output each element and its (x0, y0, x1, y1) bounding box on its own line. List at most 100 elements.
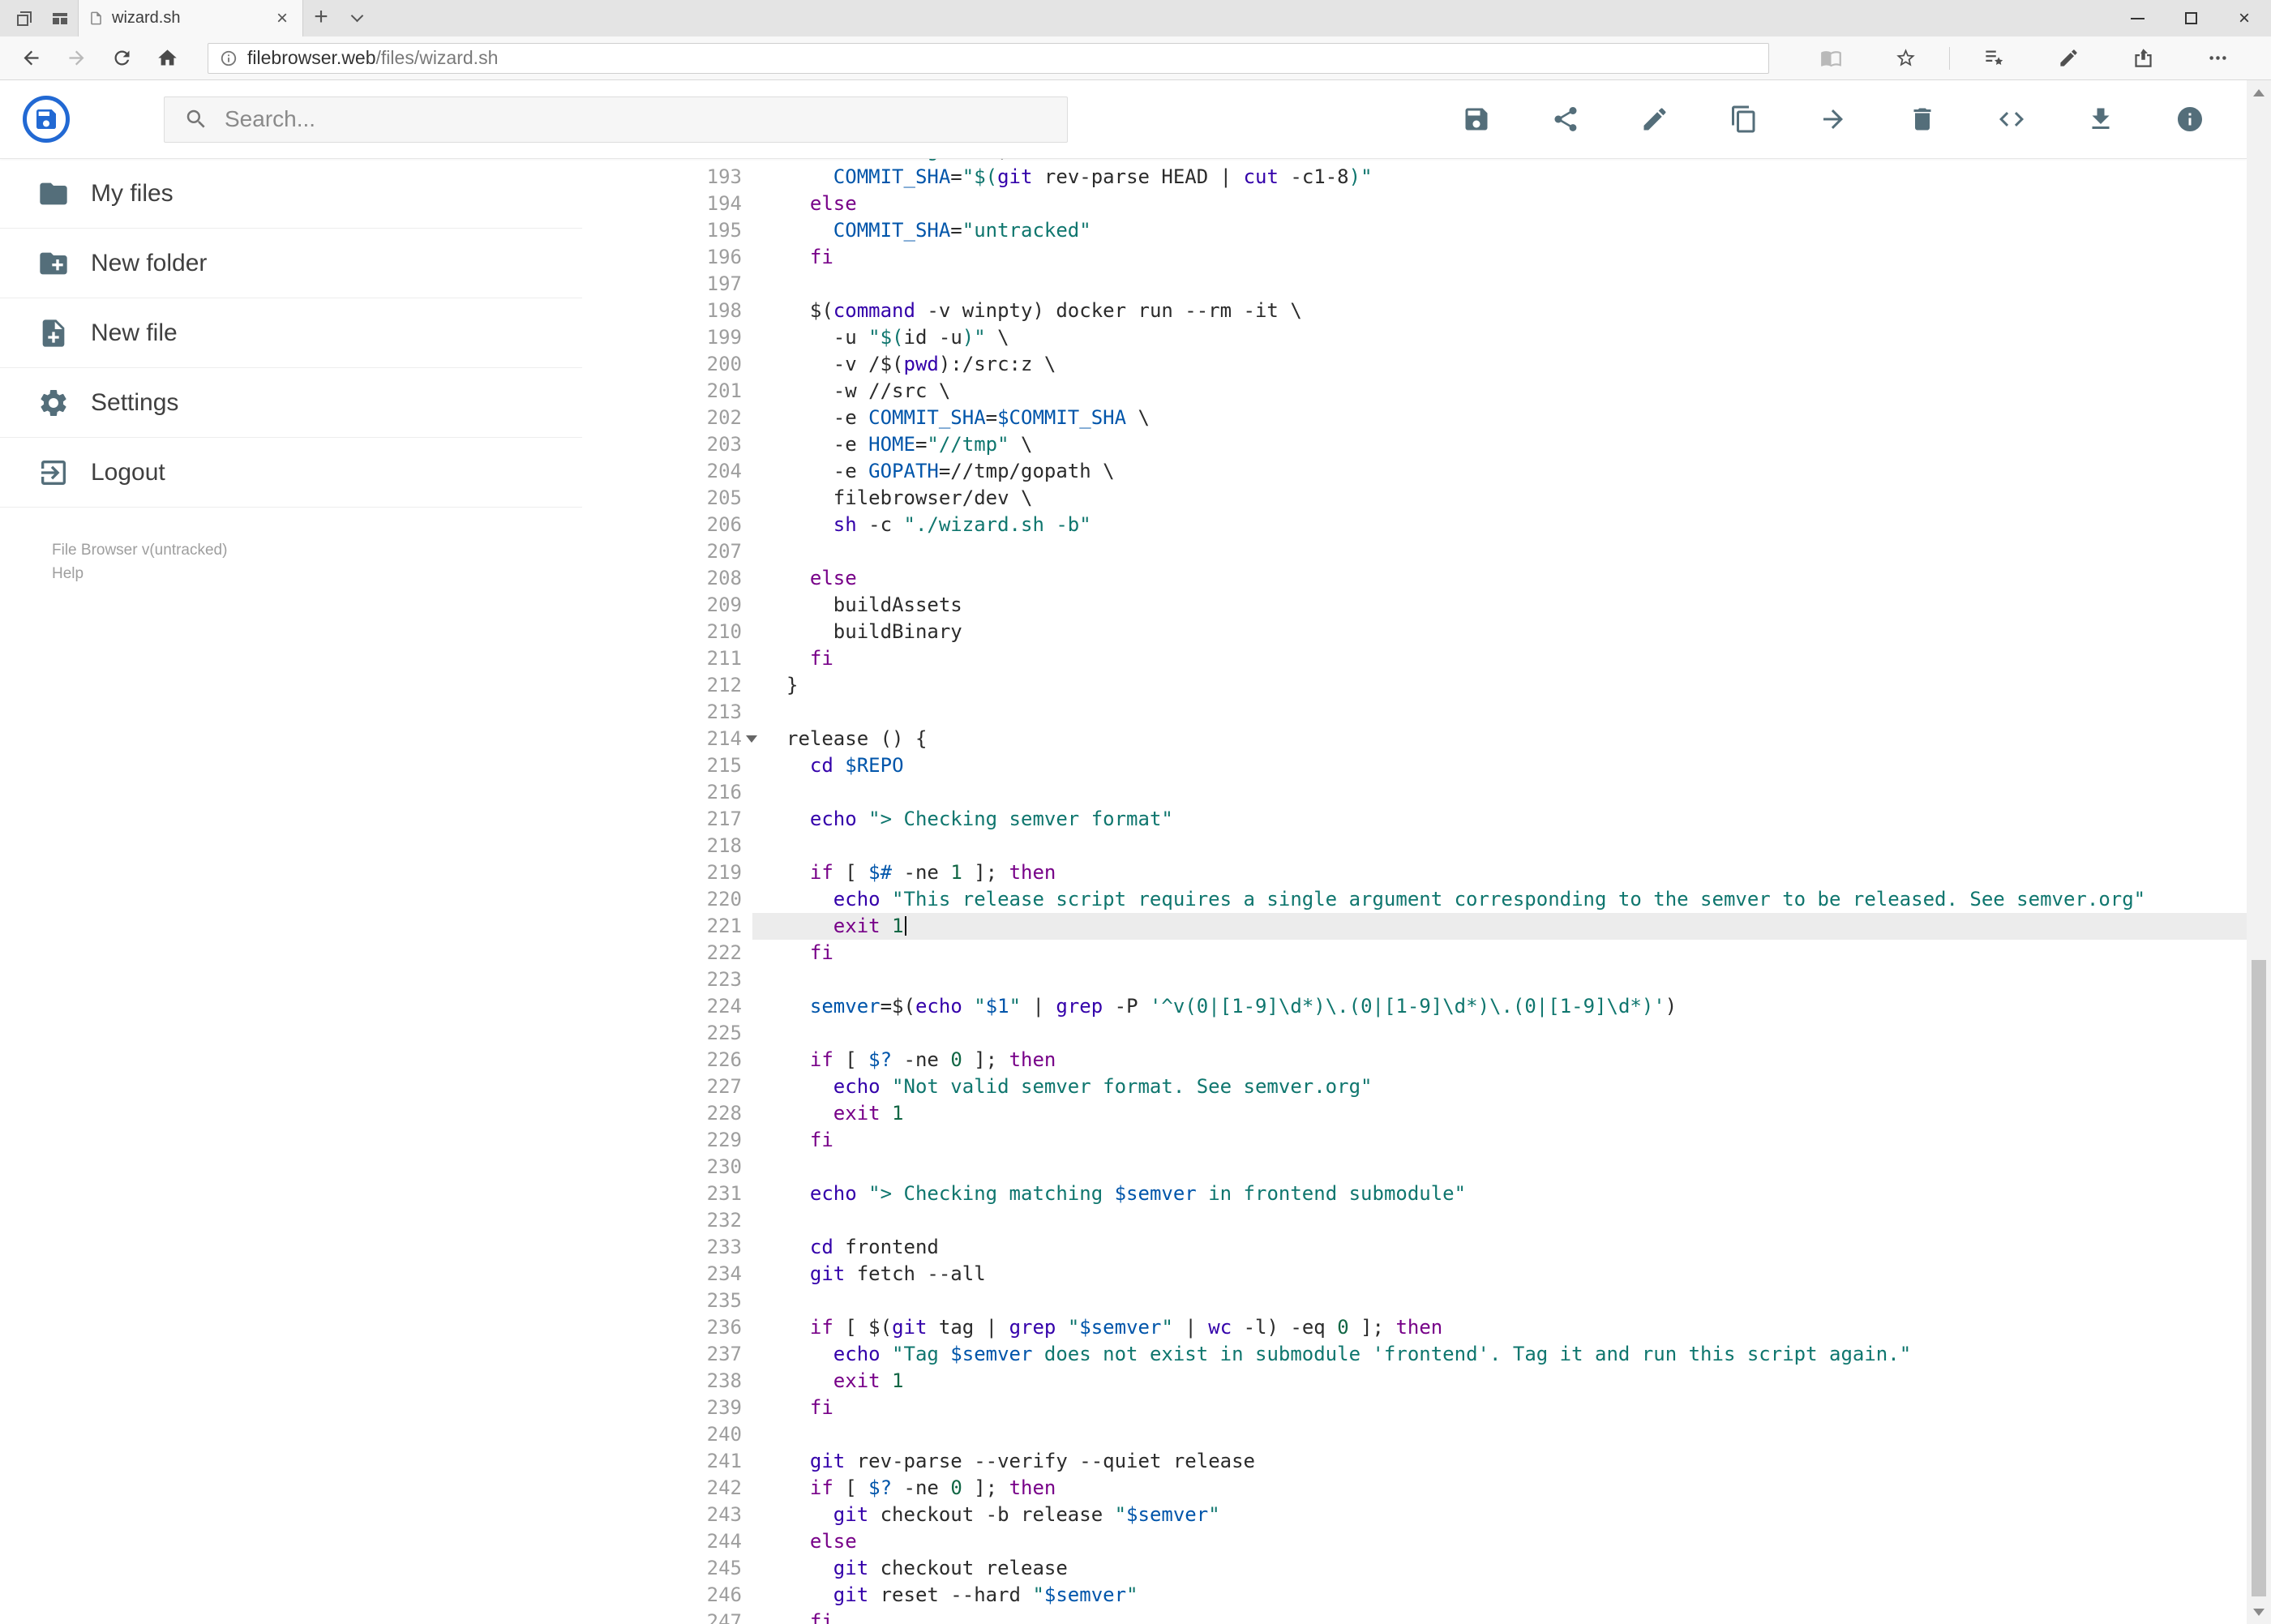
code-text[interactable]: echo "Not valid semver format. See semve… (752, 1073, 2247, 1100)
code-line[interactable]: 227 echo "Not valid semver format. See s… (582, 1073, 2247, 1100)
site-info-icon[interactable] (220, 49, 238, 67)
code-line[interactable]: 207 (582, 538, 2247, 565)
code-text[interactable]: else (752, 1528, 2247, 1555)
code-line[interactable]: 193 COMMIT_SHA="$(git rev-parse HEAD | c… (582, 164, 2247, 191)
code-line[interactable]: 241 git rev-parse --verify --quiet relea… (582, 1448, 2247, 1475)
code-text[interactable]: fi (752, 1609, 2247, 1624)
scroll-up-button[interactable] (2247, 80, 2271, 105)
search-input[interactable] (225, 106, 954, 132)
info-button[interactable] (2174, 103, 2206, 135)
rename-button[interactable] (1639, 103, 1671, 135)
move-button[interactable] (1817, 103, 1849, 135)
code-text[interactable]: fi (752, 645, 2247, 672)
code-line[interactable]: 226 if [ $? -ne 0 ]; then (582, 1047, 2247, 1073)
code-text[interactable]: } (752, 672, 2247, 699)
code-line[interactable]: 214 release () { (582, 726, 2247, 752)
code-line[interactable]: 236 if [ $(git tag | grep "$semver" | wc… (582, 1314, 2247, 1341)
new-tab-button[interactable]: + (303, 0, 339, 36)
code-text[interactable]: -e GOPATH=//tmp/gopath \ (752, 458, 2247, 485)
code-line[interactable]: 220 echo "This release script requires a… (582, 886, 2247, 913)
maximize-button[interactable] (2164, 0, 2217, 36)
code-line[interactable]: 222 fi (582, 940, 2247, 966)
code-text[interactable]: buildAssets (752, 592, 2247, 619)
code-text[interactable] (752, 966, 2247, 993)
code-text[interactable] (752, 833, 2247, 859)
code-line[interactable]: 228 exit 1 (582, 1100, 2247, 1127)
code-text[interactable] (752, 271, 2247, 298)
code-text[interactable]: COMMIT_SHA="untracked" (752, 217, 2247, 244)
code-line[interactable]: 203 -e HOME="//tmp" \ (582, 431, 2247, 458)
forward-button[interactable] (54, 47, 99, 69)
tab-list-chevron-icon[interactable] (339, 0, 375, 36)
download-button[interactable] (2085, 103, 2117, 135)
code-line[interactable]: 247 fi (582, 1609, 2247, 1624)
code-text[interactable]: -e HOME="//tmp" \ (752, 431, 2247, 458)
sidebar-item-new-folder[interactable]: New folder (0, 229, 582, 298)
web-note-button[interactable] (2031, 47, 2106, 69)
code-line[interactable]: 206 sh -c "./wizard.sh -b" (582, 512, 2247, 538)
code-line[interactable]: 245 git checkout release (582, 1555, 2247, 1582)
sidebar-item-new-file[interactable]: New file (0, 298, 582, 368)
code-line[interactable]: 234 git fetch --all (582, 1261, 2247, 1288)
code-line[interactable]: 231 echo "> Checking matching $semver in… (582, 1181, 2247, 1207)
code-text[interactable]: git fetch --all (752, 1261, 2247, 1288)
code-text[interactable] (752, 1288, 2247, 1314)
code-line[interactable]: 244 else (582, 1528, 2247, 1555)
code-line[interactable]: 219 if [ $# -ne 1 ]; then (582, 859, 2247, 886)
browser-tab[interactable]: wizard.sh × (78, 0, 303, 36)
code-line[interactable]: 223 (582, 966, 2247, 993)
code-text[interactable] (752, 1020, 2247, 1047)
code-text[interactable]: echo "This release script requires a sin… (752, 886, 2247, 913)
code-text[interactable]: git rev-parse --verify --quiet release (752, 1448, 2247, 1475)
code-text[interactable]: fi (752, 1127, 2247, 1154)
code-text[interactable]: echo "Tag $semver does not exist in subm… (752, 1341, 2247, 1368)
code-text[interactable]: if [ $# -ne 1 ]; then (752, 859, 2247, 886)
browser-more-button[interactable] (2180, 47, 2255, 69)
search-box[interactable] (164, 96, 1068, 143)
code-line[interactable]: 238 exit 1 (582, 1368, 2247, 1395)
scrollbar-thumb[interactable] (2252, 960, 2266, 1596)
code-text[interactable]: cd $REPO (752, 752, 2247, 779)
code-line[interactable]: 215 cd $REPO (582, 752, 2247, 779)
code-line[interactable]: 230 (582, 1154, 2247, 1181)
code-text[interactable]: echo "> Checking matching $semver in fro… (752, 1181, 2247, 1207)
minimize-button[interactable] (2110, 0, 2164, 36)
code-text[interactable]: release () { (752, 726, 2247, 752)
code-text[interactable]: filebrowser/dev \ (752, 485, 2247, 512)
code-line[interactable]: 224 semver=$(echo "$1" | grep -P '^v(0|[… (582, 993, 2247, 1020)
code-line[interactable]: 197 (582, 271, 2247, 298)
code-line[interactable]: 246 git reset --hard "$semver" (582, 1582, 2247, 1609)
code-line[interactable]: 201 -w //src \ (582, 378, 2247, 405)
code-editor[interactable]: 192 if [ -d ".git" ]; then193 COMMIT_SHA… (582, 159, 2247, 1624)
code-text[interactable]: else (752, 565, 2247, 592)
code-text[interactable] (752, 779, 2247, 806)
code-text[interactable]: sh -c "./wizard.sh -b" (752, 512, 2247, 538)
code-text[interactable]: git reset --hard "$semver" (752, 1582, 2247, 1609)
code-text[interactable]: fi (752, 244, 2247, 271)
code-text[interactable]: fi (752, 940, 2247, 966)
code-text[interactable]: buildBinary (752, 619, 2247, 645)
code-text[interactable]: git checkout release (752, 1555, 2247, 1582)
code-text[interactable] (752, 699, 2247, 726)
share-button[interactable] (1549, 103, 1582, 135)
sidebar-item-settings[interactable]: Settings (0, 368, 582, 438)
code-line[interactable]: 199 -u "$(id -u)" \ (582, 324, 2247, 351)
code-text[interactable] (752, 538, 2247, 565)
code-line[interactable]: 200 -v /$(pwd):/src:z \ (582, 351, 2247, 378)
tab-close-icon[interactable]: × (272, 7, 293, 30)
code-text[interactable]: if [ $? -ne 0 ]; then (752, 1047, 2247, 1073)
code-line[interactable]: 216 (582, 779, 2247, 806)
code-line[interactable]: 232 (582, 1207, 2247, 1234)
code-line[interactable]: 213 (582, 699, 2247, 726)
delete-button[interactable] (1906, 103, 1939, 135)
code-text[interactable] (752, 1421, 2247, 1448)
url-field[interactable]: filebrowser.web/files/wizard.sh (208, 42, 1769, 74)
code-line[interactable]: 229 fi (582, 1127, 2247, 1154)
code-line[interactable]: 217 echo "> Checking semver format" (582, 806, 2247, 833)
code-text[interactable]: cd frontend (752, 1234, 2247, 1261)
code-line[interactable]: 209 buildAssets (582, 592, 2247, 619)
filebrowser-logo[interactable] (23, 96, 70, 143)
code-text[interactable]: if [ $(git tag | grep "$semver" | wc -l)… (752, 1314, 2247, 1341)
code-text[interactable]: semver=$(echo "$1" | grep -P '^v(0|[1-9]… (752, 993, 2247, 1020)
code-text[interactable]: -u "$(id -u)" \ (752, 324, 2247, 351)
